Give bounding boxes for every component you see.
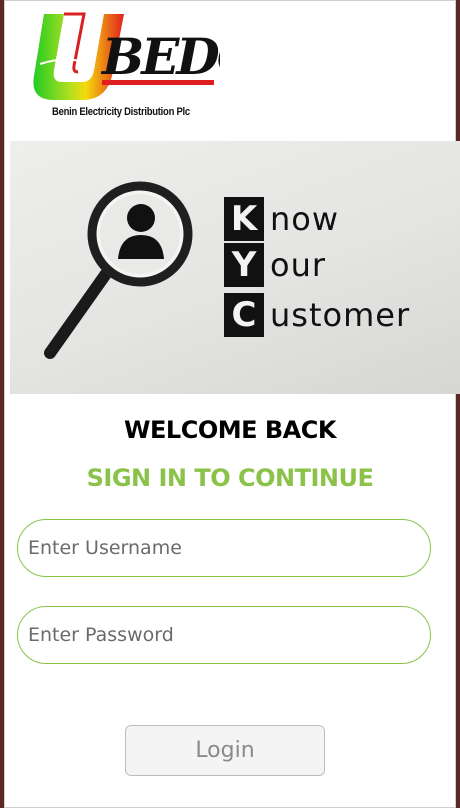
kyc-letter-c: C bbox=[224, 293, 264, 337]
bedc-logo: BEDC Benin Electricity Distribution Plc bbox=[30, 10, 260, 126]
kyc-line-c: C ustomer bbox=[224, 293, 410, 337]
kyc-line-k: K now bbox=[224, 197, 339, 241]
bedc-logo-mark: BEDC bbox=[33, 12, 260, 100]
kyc-banner: K now Y our C ustomer bbox=[10, 141, 460, 394]
kyc-word-now: now bbox=[270, 200, 340, 238]
magnifying-glass-person-icon bbox=[44, 181, 193, 359]
password-input[interactable] bbox=[17, 606, 431, 664]
kyc-word-ustomer: ustomer bbox=[270, 296, 411, 334]
company-name: Benin Electricity Distribution Plc bbox=[52, 106, 190, 118]
logo-wordmark: BEDC bbox=[100, 27, 220, 86]
welcome-heading: WELCOME BACK bbox=[124, 416, 336, 444]
kyc-letter-k: K bbox=[224, 197, 264, 241]
app-frame: BEDC Benin Electricity Distribution Plc … bbox=[4, 0, 460, 808]
username-input[interactable] bbox=[17, 519, 431, 577]
login-button[interactable]: Login bbox=[125, 725, 325, 776]
kyc-letter-y: Y bbox=[224, 243, 264, 287]
signin-subtitle: SIGN IN TO CONTINUE bbox=[86, 464, 374, 492]
kyc-word-our: our bbox=[270, 246, 327, 284]
kyc-line-y: Y our bbox=[224, 243, 326, 287]
